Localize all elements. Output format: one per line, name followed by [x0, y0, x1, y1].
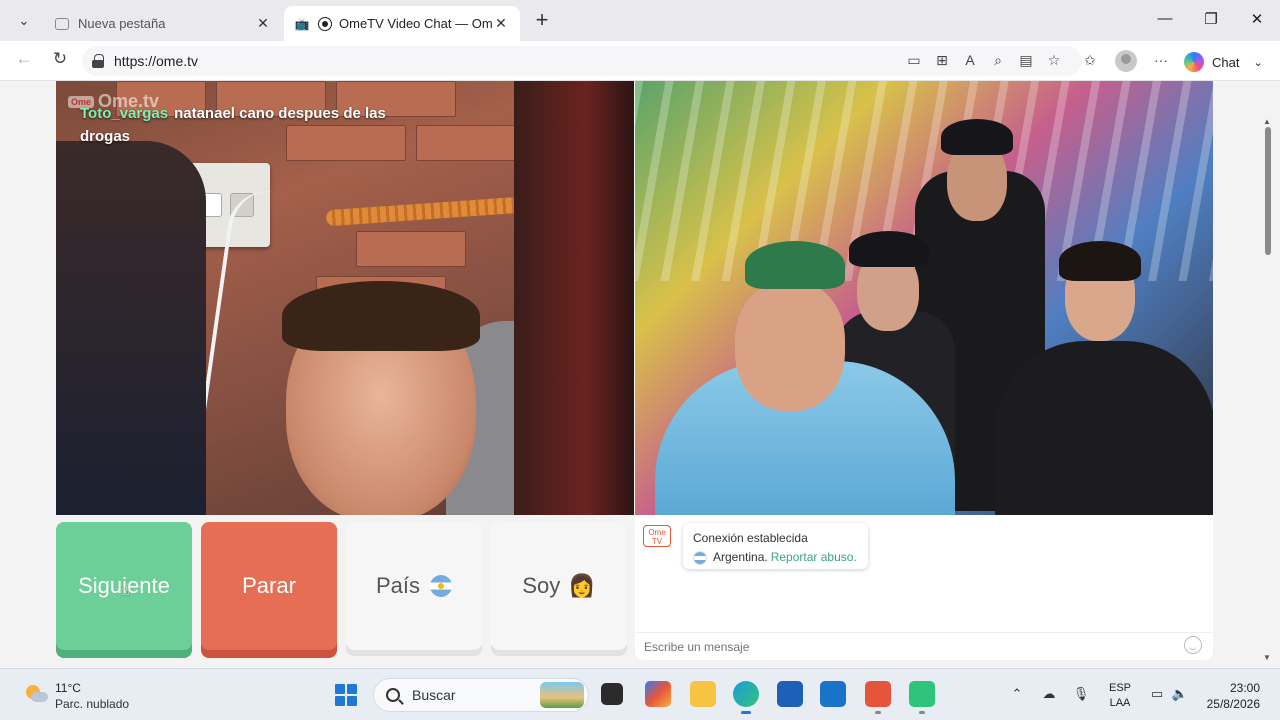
onedrive-icon[interactable]: ☁: [1039, 686, 1059, 702]
woman-emoji-icon: 👩: [568, 573, 596, 598]
page-icon: [54, 16, 70, 32]
file-explorer-icon[interactable]: [690, 681, 716, 707]
report-abuse-link[interactable]: Reportar abuso.: [771, 548, 857, 567]
argentina-flag-icon: [430, 575, 453, 597]
copilot-chat-button[interactable]: Chat ⌄: [1184, 49, 1263, 75]
scroll-down-icon[interactable]: ▼: [1263, 653, 1271, 662]
brave-browser-icon[interactable]: [865, 681, 891, 714]
tab-list-dropdown-icon[interactable]: ⌄: [10, 8, 38, 34]
person-cap: [941, 119, 1013, 155]
outlook-icon[interactable]: [820, 681, 846, 707]
person-hair: [514, 81, 634, 515]
more-icon[interactable]: ···: [1151, 52, 1171, 72]
taskbar: 11°C Parc. nublado Buscar ⌃ ☁ 🎙 ESP LAA …: [0, 668, 1280, 720]
new-tab-icon[interactable]: +: [530, 9, 554, 33]
page-scrollbar[interactable]: ▲ ▼: [1262, 81, 1274, 668]
person-black-hoodie: [995, 341, 1213, 515]
close-tab-icon[interactable]: ✕: [254, 15, 272, 32]
weather-temperature[interactable]: 11°C: [55, 681, 81, 695]
brick: [356, 231, 466, 267]
taskbar-search[interactable]: Buscar: [373, 678, 589, 712]
person-left: [56, 141, 206, 515]
language-code: ESP: [1109, 682, 1132, 694]
profile-avatar-icon[interactable]: [1115, 50, 1137, 72]
ometv-favicon-icon: 📺: [294, 16, 310, 31]
system-clock[interactable]: 23:00 25/8/2026: [1196, 680, 1260, 712]
language-indicator[interactable]: ESP LAA: [1109, 681, 1131, 711]
favorite-star-icon[interactable]: ☆: [1044, 52, 1064, 72]
keyboard-layout: LAA: [1109, 697, 1131, 709]
tab-ometv[interactable]: 📺 OmeTV Video Chat — Omegl ✕: [284, 6, 520, 41]
partner-country: Argentina.: [713, 550, 768, 564]
lock-icon: [92, 54, 104, 68]
gender-button-label: Soy: [522, 573, 561, 598]
caption-username: Toto_vargas: [80, 105, 169, 122]
minimize-icon[interactable]: —: [1150, 10, 1180, 27]
stranger-video: Ome Ome.tv Toto_vargas natanael cano desp…: [56, 81, 634, 515]
start-windows-icon[interactable]: [335, 684, 357, 706]
country-button[interactable]: País: [346, 522, 482, 650]
chat-label: Chat: [1212, 54, 1240, 70]
zoom-icon[interactable]: ⌕: [988, 52, 1008, 72]
tab-label: OmeTV Video Chat — Omegl: [339, 16, 492, 31]
url-text: https://ome.tv: [114, 53, 199, 69]
argentina-flag-icon: [693, 550, 707, 565]
message-input[interactable]: [635, 632, 1213, 660]
system-message: Conexión establecida Argentina. Reportar…: [683, 523, 868, 569]
orange-pipe: [325, 195, 537, 227]
video-caption: Toto_vargas natanael cano despues de las …: [80, 102, 410, 148]
person-face: [735, 281, 845, 411]
search-icon: [386, 688, 400, 702]
close-tab-icon[interactable]: ✕: [492, 15, 510, 32]
scroll-thumb[interactable]: [1265, 127, 1271, 255]
reader-icon[interactable]: ▤: [1016, 52, 1036, 72]
emoji-picker-icon[interactable]: [1184, 636, 1202, 654]
connection-status: Conexión establecida: [693, 531, 808, 545]
country-button-label: País: [375, 573, 421, 598]
search-placeholder: Buscar: [412, 687, 456, 703]
weather-description[interactable]: Parc. nublado: [55, 697, 129, 711]
camera-icon[interactable]: ▭: [904, 52, 924, 72]
child-hair: [282, 281, 480, 351]
brick: [416, 125, 516, 161]
recording-icon: [318, 16, 332, 31]
browser-toolbar: ← ↻ https://ome.tv ▭ ⊞ A ⌕ ▤ ☆ ✩ ··· Cha…: [0, 41, 1280, 81]
weather-icon[interactable]: [24, 683, 48, 705]
network-icon[interactable]: ▭: [1147, 686, 1167, 702]
gender-button[interactable]: Soy 👩: [491, 522, 627, 650]
back-arrow-icon[interactable]: ←: [11, 49, 37, 73]
copilot-icon: [1184, 52, 1204, 72]
tab-label: Nueva pestaña: [78, 16, 166, 31]
stop-button-label: Parar: [242, 573, 296, 598]
person-cap: [849, 231, 929, 267]
translate-icon[interactable]: A: [960, 52, 980, 72]
store-icon[interactable]: [777, 681, 803, 707]
restore-icon[interactable]: ❐: [1196, 10, 1226, 28]
clock-date: 25/8/2026: [1206, 697, 1260, 711]
search-highlight-image: [540, 682, 584, 708]
volume-icon[interactable]: 🔈: [1170, 686, 1190, 702]
task-view-icon[interactable]: [601, 683, 623, 705]
tab-bar: ⌄ Nueva pestaña ✕ 📺 OmeTV Video Chat — O…: [0, 0, 1280, 41]
edge-browser-icon[interactable]: [733, 681, 759, 714]
hand-cursor-icon: ☝: [120, 582, 130, 599]
person-green-cap: [745, 241, 845, 289]
clock-time: 23:00: [1229, 681, 1260, 695]
microphone-icon[interactable]: 🎙: [1071, 686, 1091, 702]
close-window-icon[interactable]: ✕: [1242, 10, 1272, 28]
microsoft365-icon[interactable]: [645, 681, 671, 707]
scroll-up-icon[interactable]: ▲: [1263, 117, 1271, 126]
ometv-app-icon[interactable]: [909, 681, 935, 714]
favorites-icon[interactable]: ✩: [1080, 52, 1100, 72]
self-video: [635, 81, 1213, 515]
chevron-down-icon: ⌄: [1253, 56, 1263, 69]
stop-button[interactable]: Parar: [201, 522, 337, 650]
chat-panel: Ome TV Conexión establecida Argentina. R…: [635, 515, 1213, 660]
tab-new-tab[interactable]: Nueva pestaña ✕: [44, 6, 282, 41]
refresh-icon[interactable]: ↻: [47, 49, 73, 73]
tray-chevron-up-icon[interactable]: ⌃: [1007, 686, 1027, 702]
ometv-logo-icon: Ome TV: [643, 525, 671, 547]
apps-icon[interactable]: ⊞: [932, 52, 952, 72]
person-hair: [1059, 241, 1141, 281]
